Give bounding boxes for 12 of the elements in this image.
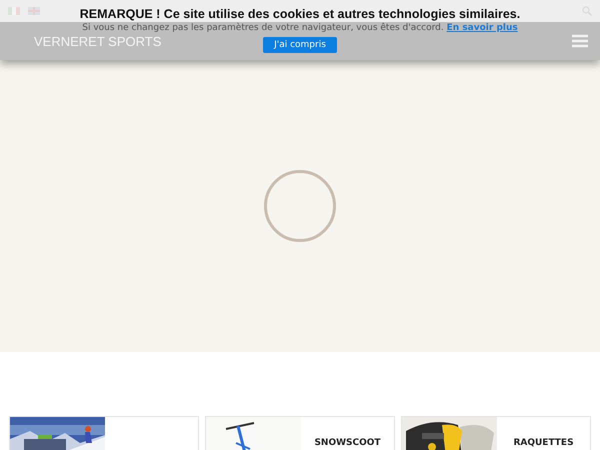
product-card[interactable] <box>9 416 199 450</box>
menu-icon[interactable] <box>572 34 588 48</box>
learn-more-link[interactable]: En savoir plus <box>446 23 518 33</box>
banner-message: Si vous ne changez pas les paramètres de votre navigateur, vous êtes d'accord. En savoir plus <box>82 23 518 33</box>
product-card[interactable]: RAQUETTES <box>401 416 591 450</box>
banner-title: REMARQUE ! Ce site utilise des cookies et autres technologies similaires. <box>80 7 520 21</box>
flag-icon[interactable] <box>28 7 40 15</box>
accept-button[interactable]: J'ai compris <box>263 37 337 53</box>
product-card[interactable]: SNOWSCOOT <box>205 416 395 450</box>
product-label: SNOWSCOOT <box>313 437 382 450</box>
flag-icon[interactable] <box>8 7 20 15</box>
product-label: RAQUETTES <box>512 437 575 450</box>
